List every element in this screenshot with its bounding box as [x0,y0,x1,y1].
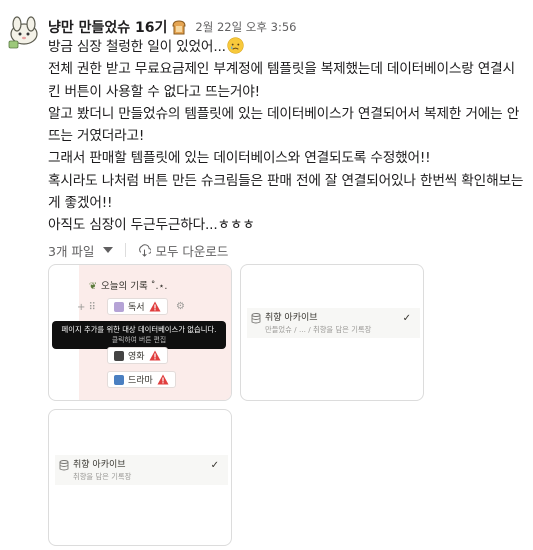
button-label: 독서 [128,303,145,313]
page-title-text: 오늘의 기록 ˚.⋆. [100,281,168,292]
message-line: 전체 권한 받고 무료요금제인 부계정에 템플릿을 복제했는데 데이터베이스랑 … [48,61,515,100]
database-title: 취향 아카이브 [73,460,126,470]
message-header: 냥만 만들었슈 16기 2월 22일 오후 3:56 [48,17,296,37]
sad-tear-emoji [227,37,244,54]
database-icon [251,313,261,324]
tv-icon [114,374,124,385]
attachment-thumbnail-3[interactable]: 취향 아카이브 취향을 담은 기록장 ✓ [48,409,232,546]
gear-icon: ⚙ [176,301,185,312]
message-line: 혹시라도 나처럼 버튼 만든 슈크림들은 판매 전에 잘 연결되어있나 한번씩 … [48,172,524,212]
database-link-row: 취향 아카이브 취향을 담은 기록장 ✓ [55,455,228,485]
chevron-down-icon[interactable] [103,247,114,253]
check-icon: ✓ [210,460,219,471]
tooltip-main-text: 페이지 추가를 위한 대상 데이터베이스가 없습니다. [61,325,217,334]
book-icon [114,301,124,312]
divider [125,243,127,257]
warning-icon [157,374,169,385]
attachment-thumbnail-2[interactable]: 취향 아카이브 만들었슈 / ... / 취향을 담은 기록장 ✓ [240,264,424,401]
tooltip: 페이지 추가를 위한 대상 데이터베이스가 없습니다. 클릭하여 버튼 편집 [52,321,226,349]
warning-icon [149,350,161,361]
message-line: 방금 심장 철렁한 일이 있었어... [48,36,524,58]
database-title: 취향 아카이브 [265,313,318,323]
download-icon[interactable] [138,243,152,257]
button-label: 드라마 [128,376,153,386]
author-name[interactable]: 냥만 만들었슈 16기 [48,17,167,37]
camera-icon [114,350,124,361]
check-icon: ✓ [402,313,411,324]
download-all-button[interactable]: 모두 다운로드 [155,241,228,260]
page-title: ❦ 오늘의 기록 ˚.⋆. [89,278,167,292]
button-dokseo: 독서 [107,298,168,315]
attachment-thumbnail-1[interactable]: ❦ 오늘의 기록 ˚.⋆. + ⠿ 독서 ⚙ 페이지 추가를 위한 대상 데이터베… [48,264,232,401]
files-bar: 3개 파일 모두 다운로드 [48,241,228,259]
message-line: 아직도 심장이 두근두근하다...ㅎㅎㅎ [48,217,255,234]
database-path: 만들었슈 / ... / 취향을 담은 기록장 [265,325,372,334]
button-label: 영화 [128,352,145,362]
database-path: 취향을 담은 기록장 [73,472,132,481]
button-younghwa: 영화 [107,347,168,364]
warning-icon [149,301,161,312]
message-line: 알고 봤더니 만들었슈의 템플릿에 있는 데이터베이스가 연결되어서 복제한 거… [48,105,520,145]
message-timestamp[interactable]: 2월 22일 오후 3:56 [195,19,296,35]
drag-handle-icon: + ⠿ [77,302,96,313]
message-line: 그래서 판매할 템플릿에 있는 데이터베이스와 연결되도록 수정했어!! [48,150,431,167]
database-icon [59,460,69,471]
leaf-icon: ❦ [89,281,97,292]
file-count-label[interactable]: 3개 파일 [48,241,94,260]
database-link-row: 취향 아카이브 만들었슈 / ... / 취향을 담은 기록장 ✓ [247,308,420,338]
tooltip-sub-text: 클릭하여 버튼 편집 [111,336,167,344]
message-body: 방금 심장 철렁한 일이 있었어... 전체 권한 받고 무료요금제인 부계정에… [48,36,524,237]
bread-icon [172,19,186,34]
button-drama: 드라마 [107,371,176,388]
bunny-avatar-icon[interactable] [6,14,42,50]
message-line-text: 방금 심장 철렁한 일이 있었어... [48,39,226,55]
